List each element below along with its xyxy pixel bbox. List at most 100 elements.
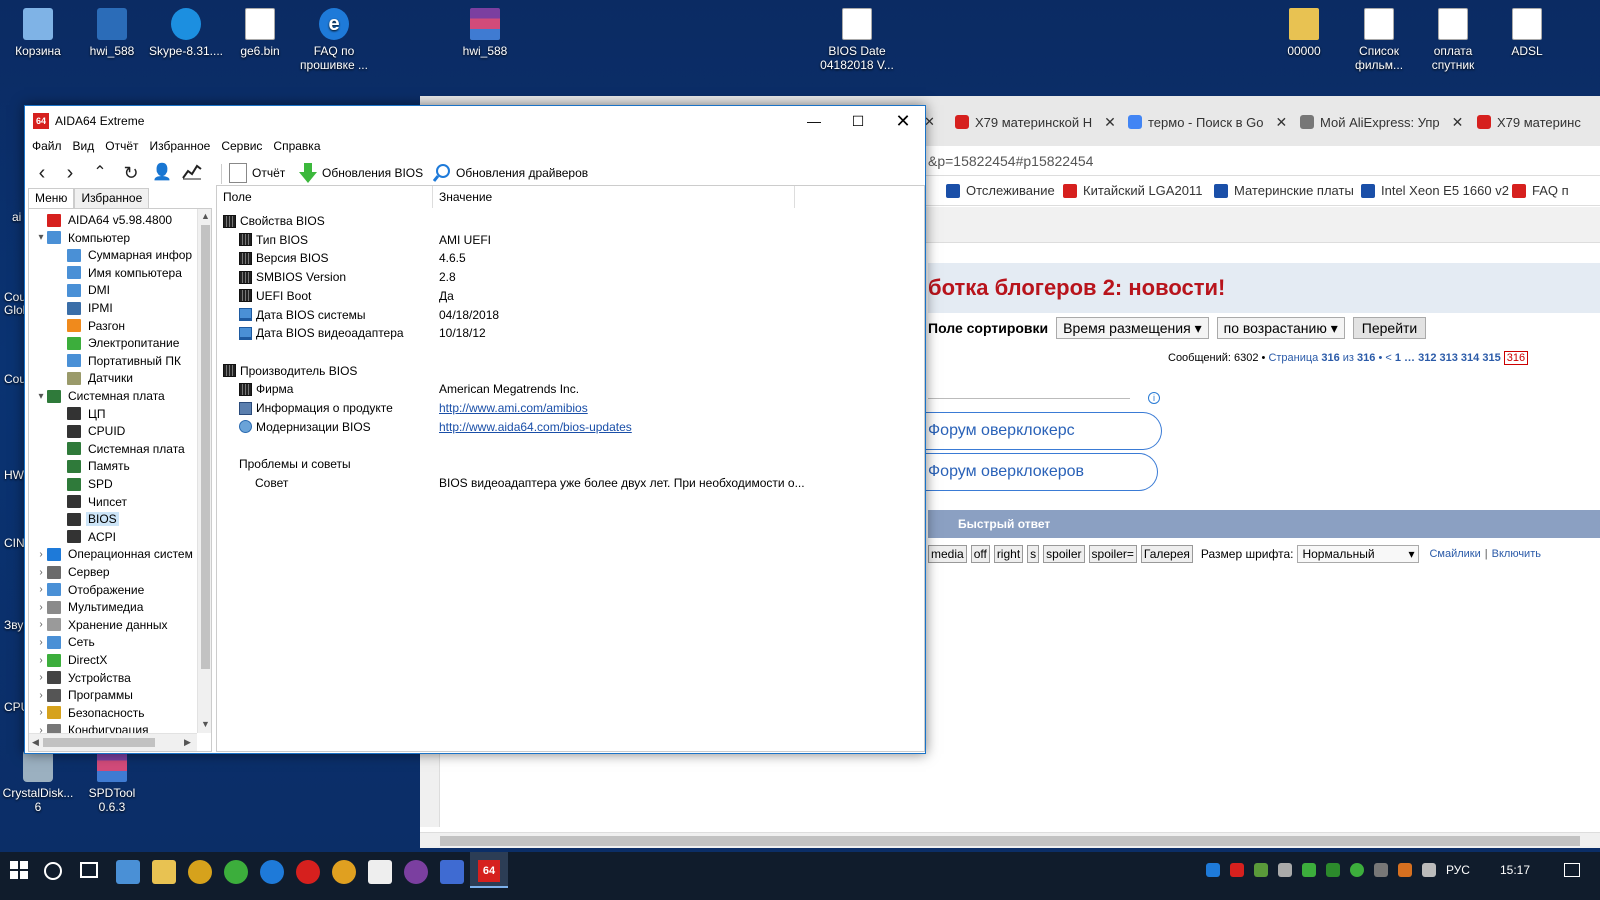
tree-horizontal-scrollbar[interactable]: ◀ ▶	[29, 733, 197, 751]
bookmark-item[interactable]: Отслеживание	[946, 183, 1055, 198]
tree-item[interactable]: Суммарная инфор	[55, 246, 194, 264]
close-icon[interactable]: ✕	[1452, 114, 1464, 131]
scroll-left-icon[interactable]: ◀	[32, 737, 39, 748]
tree-item[interactable]: ACPI	[55, 528, 118, 546]
tree-item[interactable]: ▾ Системная плата	[35, 387, 167, 405]
nvidia-icon[interactable]	[1253, 863, 1268, 877]
bookmark-item[interactable]: Китайский LGA2011	[1063, 183, 1202, 198]
edge-icon[interactable]	[260, 860, 284, 884]
maximize-button[interactable]: ☐	[835, 106, 881, 136]
menu-item[interactable]: Вид	[73, 136, 102, 158]
bookmark-item[interactable]: Intel Xeon E5 1660 v2	[1361, 183, 1509, 198]
detail-link[interactable]: http://www.ami.com/amibios	[439, 401, 588, 415]
tree-item[interactable]: › Программы	[35, 686, 135, 704]
chevron-right-icon[interactable]: ›	[35, 637, 47, 648]
tree-item[interactable]: SPD	[55, 475, 115, 493]
tree-item[interactable]: CPUID	[55, 422, 127, 440]
tab-favorites[interactable]: Избранное	[74, 188, 150, 208]
tree-item[interactable]: › Хранение данных	[35, 616, 170, 634]
tree-item[interactable]: Датчики	[55, 369, 135, 387]
browser-tab[interactable]: термо - Поиск в Go ✕	[1128, 109, 1293, 135]
desktop-icon[interactable]: hwi_588	[74, 8, 150, 58]
scroll-down-icon[interactable]: ▼	[201, 719, 210, 729]
task-view-icon[interactable]	[80, 862, 98, 878]
network-icon[interactable]	[1373, 863, 1388, 877]
bookmark-item[interactable]: FAQ п	[1512, 183, 1569, 198]
security-icon[interactable]	[1301, 863, 1316, 877]
chevron-right-icon[interactable]: ›	[35, 655, 47, 666]
tree-item[interactable]: ▾ Компьютер	[35, 229, 132, 247]
browser-tab[interactable]: X79 материнской H ✕	[955, 109, 1120, 135]
refresh-icon[interactable]: ↻	[120, 162, 142, 184]
menu-item[interactable]: Отчёт	[105, 136, 145, 158]
forum-link-overclockers-2[interactable]: Форум оверклокеров	[908, 453, 1158, 491]
close-button[interactable]: ✕	[880, 106, 926, 136]
detail-link[interactable]: http://www.aida64.com/bios-updates	[439, 420, 632, 434]
desktop-icon[interactable]: Корзина	[0, 8, 76, 58]
browser-horizontal-scrollbar[interactable]	[420, 832, 1600, 848]
tree-item[interactable]: › Операционная систем	[35, 545, 195, 563]
enable-link[interactable]: Включить	[1492, 548, 1541, 560]
media-icon[interactable]	[404, 860, 428, 884]
tree-item[interactable]: Имя компьютера	[55, 264, 184, 282]
app-icon[interactable]	[188, 860, 212, 884]
chart-icon[interactable]	[181, 162, 203, 184]
desktop-icon[interactable]: Список фильм...	[1341, 8, 1417, 72]
tree-item[interactable]: AIDA64 v5.98.4800	[35, 211, 174, 229]
user-icon[interactable]: 👤	[151, 162, 173, 184]
search-icon[interactable]	[44, 862, 62, 880]
tree-item[interactable]: ЦП	[55, 405, 108, 423]
menu-item[interactable]: Справка	[273, 136, 327, 158]
tree-item[interactable]: › Мультимедиа	[35, 598, 145, 616]
torrent-tray-icon[interactable]	[1349, 863, 1364, 877]
chevron-right-icon[interactable]: ›	[35, 584, 47, 595]
taskbar-aida64[interactable]: 64	[470, 852, 508, 888]
desktop-icon[interactable]: hwi_588	[447, 8, 523, 58]
tree-item[interactable]: › Сервер	[35, 563, 112, 581]
chevron-right-icon[interactable]: ›	[35, 619, 47, 630]
scroll-right-icon[interactable]: ▶	[184, 737, 191, 748]
tree-item[interactable]: › Устройства	[35, 669, 133, 687]
bbcode-media[interactable]: media	[928, 545, 967, 563]
tab-menu[interactable]: Меню	[28, 188, 75, 208]
forward-icon[interactable]: ›	[59, 162, 81, 184]
tree-item[interactable]: Системная плата	[55, 440, 187, 458]
tree-item[interactable]: IPMI	[55, 299, 115, 317]
desktop-icon[interactable]: ge6.bin	[222, 8, 298, 58]
tree-vertical-scrollbar[interactable]: ▲ ▼	[197, 209, 211, 733]
aida64-tray-icon[interactable]	[1229, 863, 1244, 877]
chevron-right-icon[interactable]: ›	[35, 602, 47, 613]
desktop-icon[interactable]: оплата спутник	[1415, 8, 1491, 72]
desktop-icon[interactable]: e FAQ по прошивке ...	[296, 8, 372, 72]
tree-item[interactable]: › Безопасность	[35, 704, 147, 722]
back-icon[interactable]: ‹	[31, 162, 53, 184]
browser-tab[interactable]: X79 материнс	[1477, 109, 1600, 135]
tree-item[interactable]: DMI	[55, 281, 112, 299]
page-prev[interactable]: • <	[1378, 352, 1391, 364]
chevron-right-icon[interactable]: ›	[35, 672, 47, 683]
desktop-icon[interactable]: Skype-8.31....	[148, 8, 224, 58]
menu-item[interactable]: Сервис	[221, 136, 269, 158]
language-indicator[interactable]: РУС	[1446, 863, 1470, 877]
chevron-down-icon[interactable]: ▾	[35, 391, 47, 402]
bluetooth-icon[interactable]	[1205, 863, 1220, 877]
menu-item[interactable]: Избранное	[150, 136, 218, 158]
chevron-right-icon[interactable]: ›	[35, 567, 47, 578]
desktop-icon[interactable]: SPDTool 0.6.3	[74, 750, 150, 814]
tree-item[interactable]: Портативный ПК	[55, 352, 183, 370]
windows-start-icon[interactable]	[10, 861, 28, 879]
browser-tab[interactable]: Мой AliExpress: Упр ✕	[1300, 109, 1465, 135]
sort-field-select[interactable]: Время размещения ▾	[1056, 317, 1209, 339]
tree-item[interactable]: Чипсет	[55, 493, 129, 511]
tree-scroll-thumb[interactable]	[201, 225, 210, 669]
detail-value[interactable]: http://www.ami.com/amibios	[439, 401, 588, 415]
menu-item[interactable]: Файл	[32, 136, 69, 158]
driver-updates-button[interactable]: Обновления драйверов	[432, 163, 588, 183]
bbcode-spoiler-eq[interactable]: spoiler=	[1088, 545, 1137, 563]
title-bar[interactable]: 64 AIDA64 Extreme — ☐ ✕	[25, 106, 925, 136]
bbcode-right[interactable]: right	[993, 545, 1024, 563]
close-icon[interactable]: ✕	[1275, 114, 1287, 131]
volume-icon[interactable]	[1421, 863, 1436, 877]
notifications-icon[interactable]	[1564, 863, 1580, 877]
go-button[interactable]: Перейти	[1352, 317, 1427, 339]
